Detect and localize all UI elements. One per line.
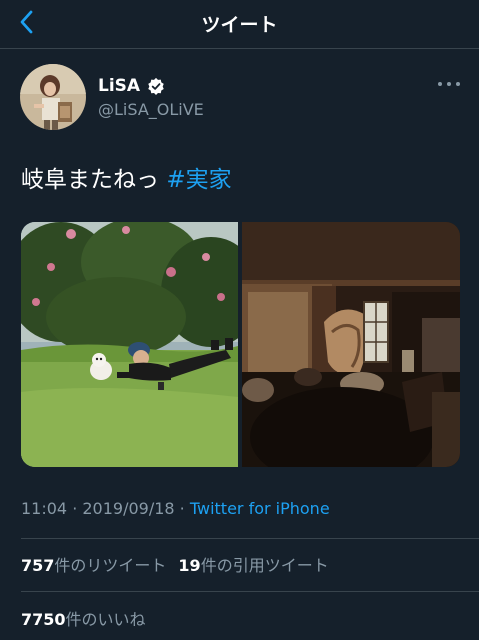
more-dot-icon <box>447 82 451 86</box>
tweet-date: 2019/09/18 <box>82 499 175 518</box>
top-nav-bar: ツイート <box>0 0 479 49</box>
tweet-time: 11:04 <box>21 499 68 518</box>
divider <box>21 591 479 592</box>
likes-label: 件のいいね <box>65 610 146 629</box>
likes-count: 7750 <box>21 610 66 629</box>
more-dot-icon <box>456 82 460 86</box>
verified-badge-icon <box>148 77 164 95</box>
more-options-button[interactable] <box>438 78 460 90</box>
tweet-text: 岐阜またねっ #実家 <box>21 160 232 194</box>
retweets-stat[interactable]: 757件のリツイート <box>21 552 166 576</box>
avatar[interactable] <box>20 64 86 130</box>
retweets-count: 757 <box>21 556 55 575</box>
engagement-stats: 757件のリツイート 19件の引用ツイート <box>21 552 329 576</box>
quote-tweets-stat[interactable]: 19件の引用ツイート <box>178 552 328 576</box>
retweets-label: 件のリツイート <box>54 556 167 575</box>
tweet-body: 岐阜またねっ <box>21 167 159 193</box>
more-dot-icon <box>438 82 442 86</box>
author-name-row[interactable]: LiSA <box>98 76 165 96</box>
photo-house-interior[interactable] <box>242 222 460 467</box>
media-grid <box>21 222 460 467</box>
likes-stat[interactable]: 7750件のいいね <box>21 606 146 630</box>
meta-separator: · <box>174 499 190 518</box>
hashtag-link[interactable]: #実家 <box>166 167 231 193</box>
page-title: ツイート <box>201 14 278 36</box>
user-handle[interactable]: @LiSA_OLiVE <box>98 100 204 119</box>
photo-dog-meadow[interactable] <box>21 222 238 467</box>
tweet-meta: 11:04 · 2019/09/18 · Twitter for iPhone <box>21 499 330 518</box>
source-link[interactable]: Twitter for iPhone <box>190 499 330 518</box>
display-name: LiSA <box>98 76 141 96</box>
quotes-count: 19 <box>178 556 201 575</box>
quotes-label: 件の引用ツイート <box>200 556 329 575</box>
divider <box>21 538 479 539</box>
meta-separator: · <box>67 499 83 518</box>
